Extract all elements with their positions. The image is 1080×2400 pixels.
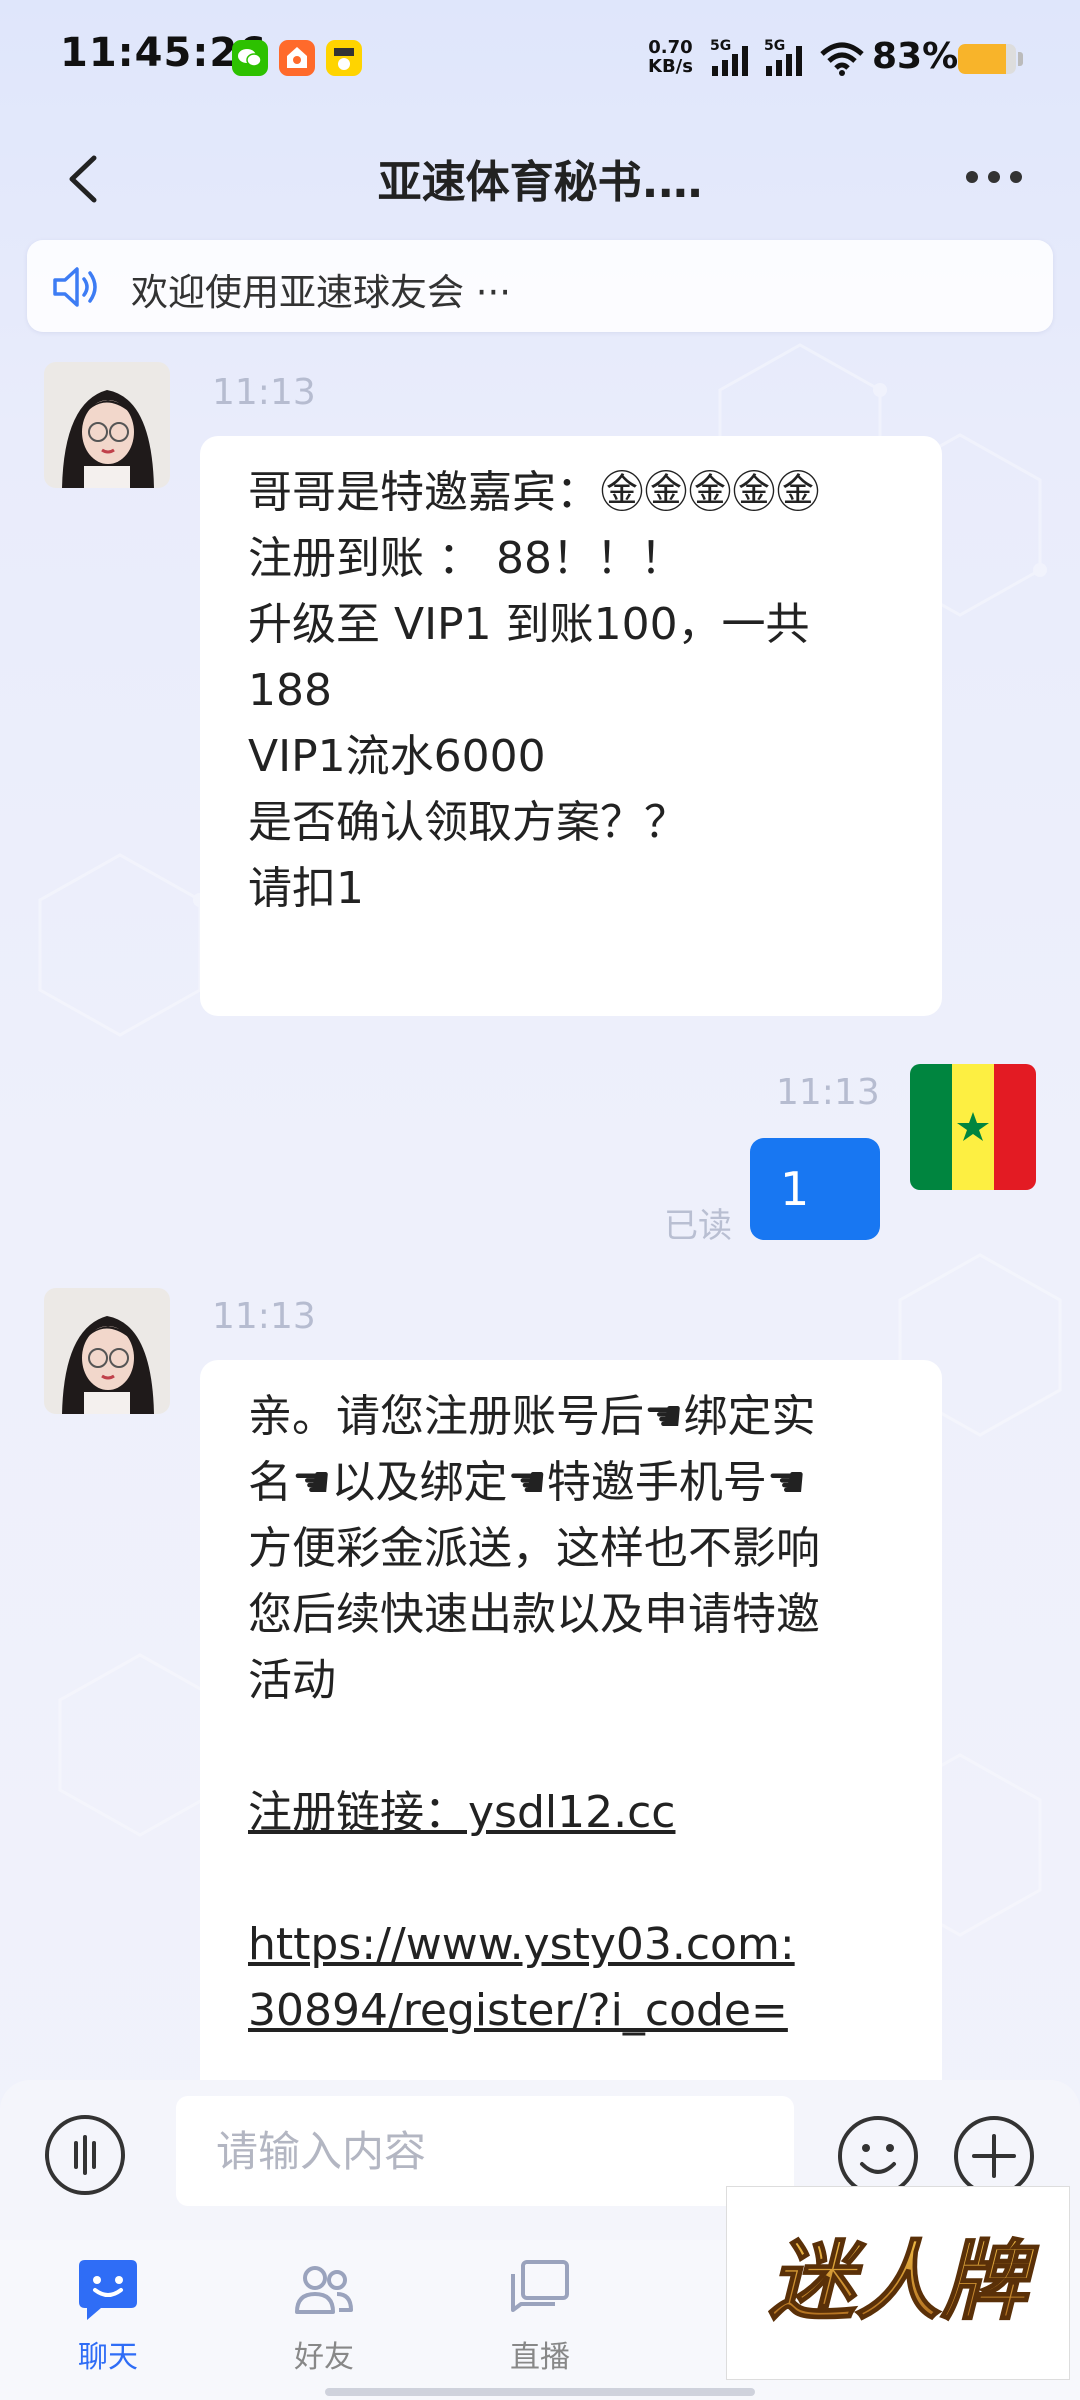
svg-text:5G: 5G bbox=[710, 38, 731, 54]
live-stream-icon bbox=[511, 2260, 569, 2312]
message-line: 名☚以及绑定☚特邀手机号☚ bbox=[248, 1457, 807, 1508]
register-url-line-2[interactable]: 30894/register/?i_code= bbox=[248, 1978, 902, 2044]
more-dot-icon bbox=[966, 171, 978, 183]
message-line: 注册到账 ： 88！！！ bbox=[248, 533, 684, 584]
more-dot-icon bbox=[1010, 171, 1022, 183]
voice-wave-icon bbox=[45, 2115, 125, 2195]
tab-label: 聊天 bbox=[78, 2340, 138, 2375]
network-speed-unit: KB/s bbox=[648, 56, 693, 77]
watermark-logo: 迷人牌 bbox=[726, 2186, 1070, 2380]
battery-percent: 83% bbox=[872, 36, 959, 77]
message-line: 188 bbox=[248, 665, 332, 716]
tab-label: 好友 bbox=[294, 2340, 354, 2375]
contact-avatar[interactable] bbox=[44, 362, 170, 488]
register-url-line-1[interactable]: https://www.ysty03.com: bbox=[248, 1912, 902, 1978]
chat-title: 亚速体育秘书.… bbox=[377, 157, 703, 208]
message-timestamp: 11:13 bbox=[776, 1072, 880, 1113]
tab-live[interactable]: 直播 bbox=[470, 2256, 610, 2386]
tab-label: 直播 bbox=[510, 2340, 570, 2375]
announcement-text: 欢迎使用亚速球友会 ··· bbox=[131, 271, 512, 314]
user-avatar-flag[interactable] bbox=[910, 1064, 1036, 1190]
message-line: 您后续快速出款以及申请特邀 bbox=[248, 1589, 820, 1640]
message-input[interactable] bbox=[176, 2096, 794, 2206]
app-notification-icon-2 bbox=[326, 40, 362, 76]
message-line: 请扣1 bbox=[248, 863, 364, 914]
message-text: 1 bbox=[780, 1162, 810, 1216]
friends-icon bbox=[295, 2266, 353, 2314]
tab-chat[interactable]: 聊天 bbox=[38, 2256, 178, 2386]
network-speed-value: 0.70 bbox=[648, 37, 693, 58]
signal-5g-icon-1: 5G bbox=[710, 38, 748, 76]
app-notification-icon bbox=[279, 40, 315, 76]
voice-input-button[interactable] bbox=[44, 2114, 126, 2196]
wifi-icon bbox=[820, 42, 864, 76]
battery-tip bbox=[1018, 52, 1023, 66]
message-line: 亲。请您注册账号后☚绑定实 bbox=[248, 1391, 816, 1442]
home-indicator bbox=[325, 2388, 755, 2396]
register-link[interactable]: 注册链接：ysdl12.cc bbox=[248, 1780, 902, 1846]
message-timestamp: 11:13 bbox=[212, 372, 316, 413]
message-line: VIP1流水6000 bbox=[248, 731, 546, 782]
message-line: 活动 bbox=[248, 1655, 336, 1706]
chat-bubble-icon bbox=[79, 2260, 137, 2320]
message-timestamp: 11:13 bbox=[212, 1296, 316, 1337]
battery-level bbox=[958, 44, 1007, 74]
speaker-icon bbox=[53, 267, 97, 307]
message-line: 升级至 VIP1 到账100，一共 bbox=[248, 599, 810, 650]
incoming-message-bubble[interactable]: 哥哥是特邀嘉宾：㊎㊎㊎㊎㊎ 注册到账 ： 88！！！ 升级至 VIP1 到账10… bbox=[200, 436, 942, 1016]
read-receipt: 已读 bbox=[664, 1206, 732, 1246]
message-line: 哥哥是特邀嘉宾：㊎㊎㊎㊎㊎ bbox=[248, 467, 820, 518]
more-dot-icon bbox=[988, 171, 1000, 183]
svg-text:5G: 5G bbox=[764, 38, 785, 54]
watermark-text: 迷人牌 bbox=[769, 2232, 1039, 2332]
network-speed: 0.70 KB/s bbox=[648, 38, 693, 76]
incoming-message-bubble[interactable]: 亲。请您注册账号后☚绑定实 名☚以及绑定☚特邀手机号☚ 方便彩金派送，这样也不影… bbox=[200, 1360, 942, 2120]
battery-icon bbox=[958, 44, 1016, 74]
message-line: 方便彩金派送，这样也不影响 bbox=[248, 1523, 820, 1574]
outgoing-message-bubble[interactable]: 1 bbox=[750, 1138, 880, 1240]
status-bar: 11:45:26 0.70 KB/s 5G 5G 83% bbox=[0, 0, 1080, 120]
announcement-bar[interactable]: 欢迎使用亚速球友会 ··· bbox=[27, 240, 1053, 332]
tab-friends[interactable]: 好友 bbox=[254, 2256, 394, 2386]
wechat-icon bbox=[232, 40, 268, 76]
message-line: 是否确认领取方案？？ bbox=[248, 797, 688, 848]
more-options-button[interactable] bbox=[966, 168, 1036, 188]
contact-avatar[interactable] bbox=[44, 1288, 170, 1414]
signal-5g-icon-2: 5G bbox=[764, 38, 802, 76]
